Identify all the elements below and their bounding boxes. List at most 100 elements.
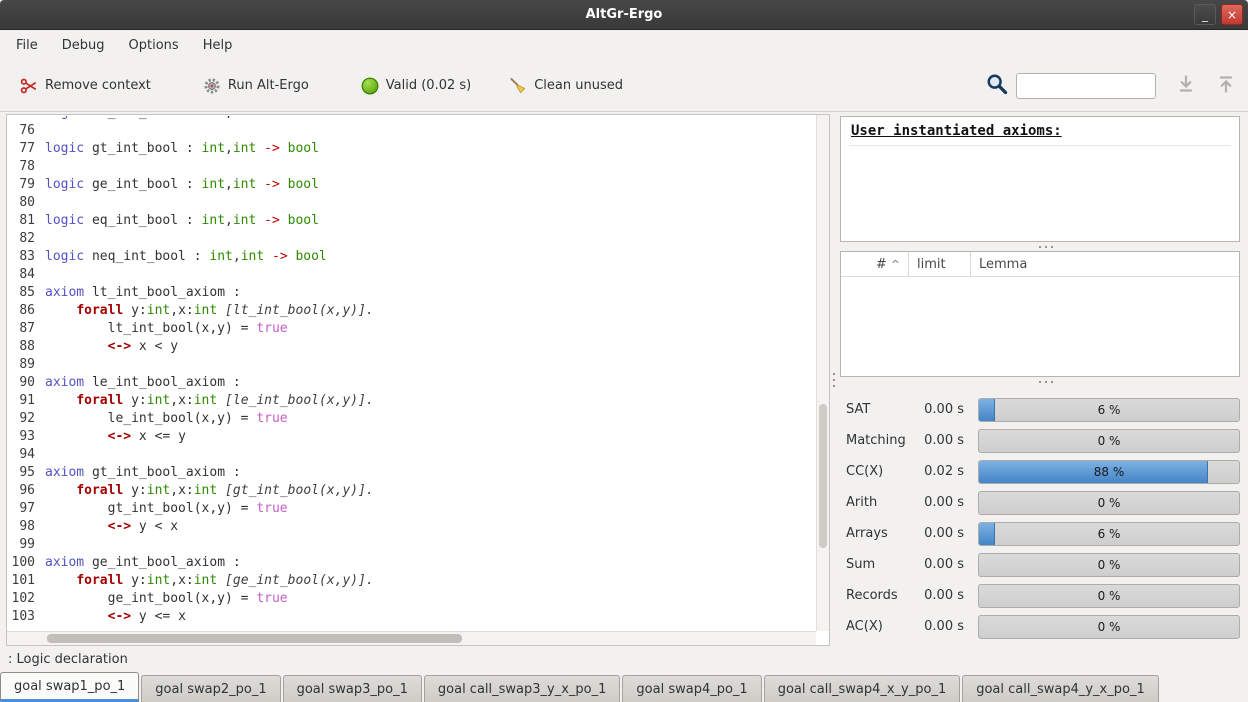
tab-goal-swap3_po_1[interactable]: goal swap3_po_1 (283, 675, 422, 702)
line-number: 79 (7, 176, 45, 194)
run-alt-ergo-label: Run Alt-Ergo (228, 78, 309, 93)
scissors-icon (20, 77, 38, 95)
panel-splitter-top[interactable] (840, 242, 1240, 251)
tab-goal-swap2_po_1[interactable]: goal swap2_po_1 (141, 675, 280, 702)
code-line: 87 lt_int_bool(x,y) = true (7, 320, 816, 338)
stat-row-sum: Sum0.00 s0 % (840, 549, 1240, 580)
right-panel: User instantiated axioms: # ^ limit Lemm… (838, 112, 1248, 648)
stat-label: Sum (840, 557, 912, 572)
remove-context-button[interactable]: Remove context (12, 71, 159, 101)
main-splitter[interactable] (830, 112, 838, 648)
toolbar: Remove context Run Alt-Ergo Valid (0. (0, 60, 1248, 112)
window-titlebar[interactable]: AltGr-Ergo _ × (0, 0, 1248, 30)
code-line: 77logic gt_int_bool : int,int -> bool (7, 140, 816, 158)
line-number: 91 (7, 392, 45, 410)
column-header-limit[interactable]: limit (909, 252, 971, 276)
line-number: 86 (7, 302, 45, 320)
tab-goal-swap4_po_1[interactable]: goal swap4_po_1 (622, 675, 761, 702)
code-text: forall y:int,x:int [lt_int_bool(x,y)]. (45, 302, 374, 320)
line-number: 92 (7, 410, 45, 428)
line-number: 94 (7, 446, 45, 464)
column-header-lemma[interactable]: Lemma (971, 252, 1239, 276)
tab-goal-swap1_po_1[interactable]: goal swap1_po_1 (0, 672, 139, 702)
main-area: 75logic lt_int_bool : int,int -> bool767… (0, 112, 1248, 648)
code-line: 95axiom gt_int_bool_axiom : (7, 464, 816, 482)
panel-splitter-bottom[interactable] (840, 377, 1240, 386)
line-number: 93 (7, 428, 45, 446)
code-line: 94 (7, 446, 816, 464)
scroll-up-icon[interactable] (1216, 74, 1236, 98)
stat-row-ccx: CC(X)0.02 s88 % (840, 456, 1240, 487)
valid-status-icon (361, 77, 379, 95)
code-text: axiom le_int_bool_axiom : (45, 374, 241, 392)
line-number: 84 (7, 266, 45, 284)
valid-status: Valid (0.02 s) (353, 71, 479, 101)
line-number: 103 (7, 608, 45, 626)
code-line: 102 ge_int_bool(x,y) = true (7, 590, 816, 608)
axioms-panel[interactable]: User instantiated axioms: (840, 116, 1240, 242)
progress-bar: 0 % (978, 553, 1240, 577)
scroll-down-icon[interactable] (1176, 74, 1196, 98)
code-text: logic lt_int_bool : int,int -> bool (45, 116, 319, 122)
search-input[interactable] (1016, 73, 1156, 99)
code-text: <-> x < y (45, 338, 178, 356)
status-text: : Logic declaration (8, 652, 128, 667)
code-text: gt_int_bool(x,y) = true (45, 500, 288, 518)
source-editor[interactable]: 75logic lt_int_bool : int,int -> bool767… (6, 114, 830, 646)
column-header-number[interactable]: # ^ (841, 252, 909, 276)
code-line: 92 le_int_bool(x,y) = true (7, 410, 816, 428)
progress-label: 0 % (979, 492, 1239, 514)
stat-label: CC(X) (840, 464, 912, 479)
clean-unused-button[interactable]: Clean unused (501, 71, 631, 101)
tab-goal-call_swap4_x_y_po_1[interactable]: goal call_swap4_x_y_po_1 (764, 675, 961, 702)
tab-goal-call_swap4_y_x_po_1[interactable]: goal call_swap4_y_x_po_1 (962, 675, 1159, 702)
line-number: 89 (7, 356, 45, 374)
stat-time: 0.00 s (912, 402, 964, 417)
progress-bar: 6 % (978, 398, 1240, 422)
stat-time: 0.00 s (912, 619, 964, 634)
code-line: 83logic neq_int_bool : int,int -> bool (7, 248, 816, 266)
stat-time: 0.02 s (912, 464, 964, 479)
editor-vertical-scrollbar[interactable] (816, 115, 829, 631)
vertical-scroll-thumb[interactable] (819, 404, 827, 548)
window-controls: _ × (1194, 4, 1243, 25)
progress-bar: 0 % (978, 429, 1240, 453)
minimize-button[interactable]: _ (1194, 4, 1216, 25)
code-line: 78 (7, 158, 816, 176)
code-line: 101 forall y:int,x:int [ge_int_bool(x,y)… (7, 572, 816, 590)
code-text: forall y:int,x:int [ge_int_bool(x,y)]. (45, 572, 374, 590)
code-text: <-> x <= y (45, 428, 186, 446)
code-line: 99 (7, 536, 816, 554)
line-number: 101 (7, 572, 45, 590)
code-line: 82 (7, 230, 816, 248)
line-number: 83 (7, 248, 45, 266)
progress-label: 0 % (979, 616, 1239, 638)
lemma-table[interactable]: # ^ limit Lemma (840, 251, 1240, 377)
editor-horizontal-scrollbar[interactable] (7, 631, 816, 645)
tabbar: goal swap1_po_1goal swap2_po_1goal swap3… (0, 670, 1248, 702)
menu-item-help[interactable]: Help (193, 34, 243, 57)
code-area[interactable]: 75logic lt_int_bool : int,int -> bool767… (7, 116, 816, 626)
menu-item-file[interactable]: File (6, 34, 48, 57)
tab-goal-call_swap3_y_x_po_1[interactable]: goal call_swap3_y_x_po_1 (424, 675, 621, 702)
stats-panel: SAT0.00 s6 %Matching0.00 s0 %CC(X)0.02 s… (840, 386, 1240, 646)
run-alt-ergo-button[interactable]: Run Alt-Ergo (195, 71, 317, 101)
progress-label: 0 % (979, 585, 1239, 607)
line-number: 97 (7, 500, 45, 518)
line-number: 82 (7, 230, 45, 248)
code-text: axiom lt_int_bool_axiom : (45, 284, 241, 302)
menu-item-debug[interactable]: Debug (52, 34, 115, 57)
stat-row-matching: Matching0.00 s0 % (840, 425, 1240, 456)
close-button[interactable]: × (1221, 4, 1243, 25)
code-line: 89 (7, 356, 816, 374)
menu-item-options[interactable]: Options (119, 34, 189, 57)
progress-bar: 0 % (978, 615, 1240, 639)
code-text: <-> y < x (45, 518, 178, 536)
stat-label: Matching (840, 433, 912, 448)
line-number: 95 (7, 464, 45, 482)
code-line: 76 (7, 122, 816, 140)
line-number: 96 (7, 482, 45, 500)
horizontal-scroll-thumb[interactable] (47, 634, 462, 643)
progress-label: 6 % (979, 523, 1239, 545)
stat-label: AC(X) (840, 619, 912, 634)
